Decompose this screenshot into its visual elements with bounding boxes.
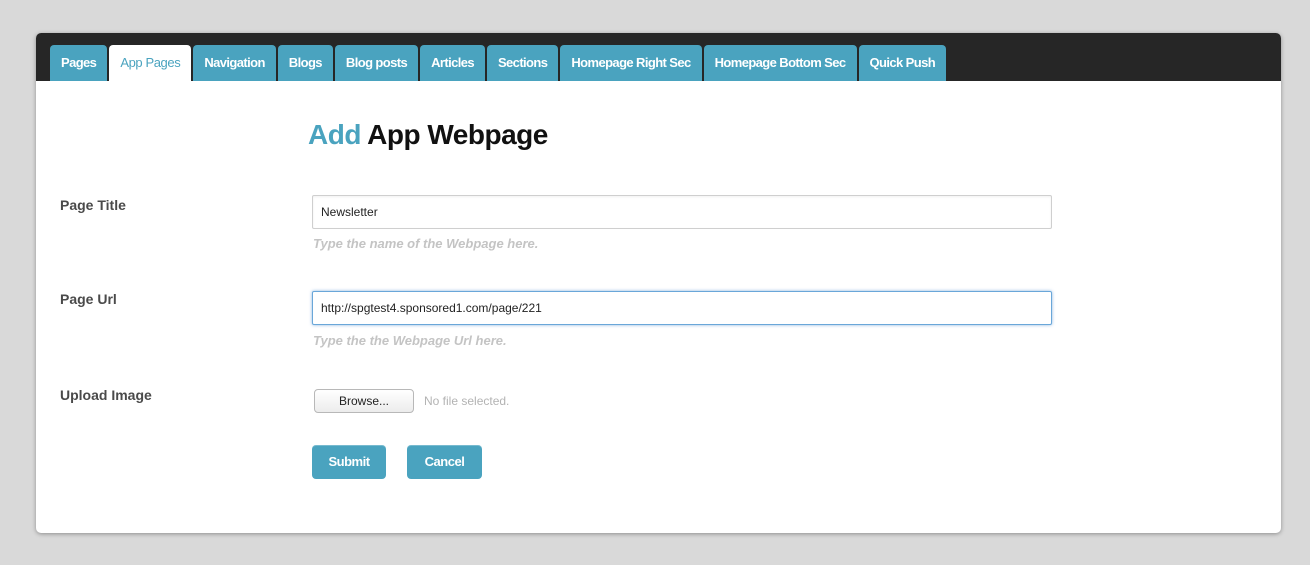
upload-image-label: Upload Image <box>60 387 152 403</box>
tab-sections[interactable]: Sections <box>486 45 559 81</box>
cancel-button[interactable]: Cancel <box>407 445 482 479</box>
file-status-text: No file selected. <box>424 394 510 408</box>
submit-button[interactable]: Submit <box>312 445 386 479</box>
tab-homepage-bottom-sec[interactable]: Homepage Bottom Sec <box>703 45 857 81</box>
page-title-accent: Add <box>308 119 361 150</box>
tab-quick-push[interactable]: Quick Push <box>858 45 947 81</box>
page-title: Add App Webpage <box>308 119 548 151</box>
tab-list: Pages App Pages Navigation Blogs Blog po… <box>50 45 947 81</box>
page-url-label: Page Url <box>60 291 117 307</box>
page-title-input[interactable] <box>312 195 1052 229</box>
tab-blogs[interactable]: Blogs <box>277 45 333 81</box>
tab-navigation[interactable]: Navigation <box>193 45 276 81</box>
tab-bar: Pages App Pages Navigation Blogs Blog po… <box>36 33 1281 81</box>
page-url-hint: Type the the Webpage Url here. <box>313 333 507 348</box>
tab-homepage-right-sec[interactable]: Homepage Right Sec <box>560 45 702 81</box>
tab-app-pages[interactable]: App Pages <box>109 45 192 81</box>
page-title-label: Page Title <box>60 197 126 213</box>
page-url-input[interactable] <box>312 291 1052 325</box>
tab-blog-posts[interactable]: Blog posts <box>334 45 419 81</box>
page-title-hint: Type the name of the Webpage here. <box>313 236 539 251</box>
tab-articles[interactable]: Articles <box>420 45 485 81</box>
main-panel: Pages App Pages Navigation Blogs Blog po… <box>36 33 1281 533</box>
tab-pages[interactable]: Pages <box>50 45 108 81</box>
page-title-rest: App Webpage <box>360 119 548 150</box>
browse-button[interactable]: Browse... <box>314 389 414 413</box>
